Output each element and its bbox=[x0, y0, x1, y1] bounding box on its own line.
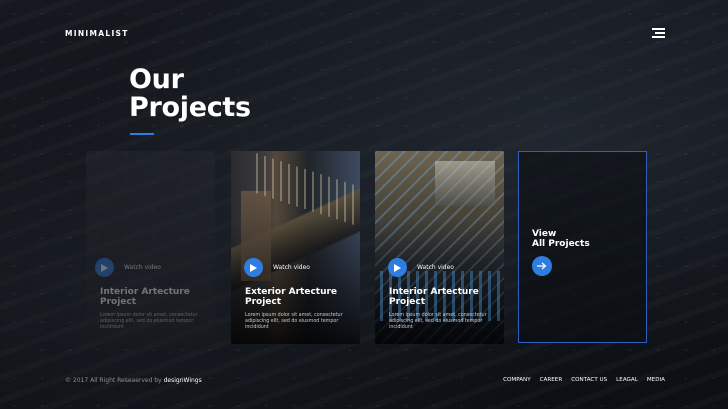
title-underline bbox=[130, 133, 154, 135]
project-card-title-line1: Exterior Artecture bbox=[245, 287, 338, 297]
footer-nav: COMPANY CAREER CONTACT US LEAGAL MEDIA bbox=[503, 377, 665, 383]
arrow-right-icon[interactable] bbox=[532, 256, 552, 276]
watch-video-label[interactable]: Watch video bbox=[417, 264, 454, 271]
view-all-line2: All Projects bbox=[532, 239, 590, 249]
footer-copyright: © 2017 All Right Reseaerved by designWin… bbox=[65, 377, 202, 384]
watch-video-label[interactable]: Watch video bbox=[124, 264, 161, 271]
project-card-title: Exterior Artecture Project bbox=[245, 287, 357, 307]
footer-link-contact-us[interactable]: CONTACT US bbox=[571, 377, 607, 383]
menu-line bbox=[652, 36, 665, 38]
project-card-title-line2: Project bbox=[100, 297, 137, 307]
view-all-projects-card[interactable]: View All Projects bbox=[518, 151, 647, 343]
page-title-line2: Projects bbox=[129, 92, 251, 123]
project-card-previous[interactable]: Watch video Interior Artecture Project L… bbox=[86, 151, 215, 344]
project-card-title: Interior Artecture Project bbox=[389, 287, 501, 307]
play-icon[interactable] bbox=[244, 258, 263, 277]
project-card-title-line2: Project bbox=[389, 297, 426, 307]
footer-brand-link[interactable]: designWings bbox=[164, 377, 202, 384]
project-card-exterior[interactable]: Watch video Exterior Artecture Project L… bbox=[231, 151, 360, 344]
project-card-title-line2: Project bbox=[245, 297, 282, 307]
page-title-line1: Our bbox=[129, 64, 184, 95]
view-all-label: View All Projects bbox=[532, 229, 632, 249]
view-all-line1: View bbox=[532, 229, 557, 239]
hamburger-icon[interactable] bbox=[652, 28, 665, 38]
play-icon[interactable] bbox=[95, 258, 114, 277]
footer-link-career[interactable]: CAREER bbox=[540, 377, 563, 383]
menu-line bbox=[652, 28, 665, 30]
footer-link-media[interactable]: MEDIA bbox=[647, 377, 665, 383]
brand-logo[interactable]: MINIMALIST bbox=[65, 29, 129, 38]
project-card-description: Lorem ipsum dolor sit amet, consectetur … bbox=[245, 313, 343, 331]
project-card-title-line1: Interior Artecture bbox=[389, 287, 479, 297]
menu-line bbox=[655, 32, 665, 34]
project-card-interior[interactable]: Watch video Interior Artecture Project L… bbox=[375, 151, 504, 344]
footer-link-legal[interactable]: LEAGAL bbox=[616, 377, 638, 383]
project-card-title: Interior Artecture Project bbox=[100, 287, 212, 307]
footer-link-company[interactable]: COMPANY bbox=[503, 377, 531, 383]
page-title: Our Projects bbox=[129, 66, 251, 122]
copyright-text: © 2017 All Right Reseaerved by bbox=[65, 377, 162, 384]
watch-video-label[interactable]: Watch video bbox=[273, 264, 310, 271]
project-card-title-line1: Interior Artecture bbox=[100, 287, 190, 297]
project-card-description: Lorem ipsum dolor sit amet, consectetur … bbox=[100, 313, 198, 331]
play-icon[interactable] bbox=[388, 258, 407, 277]
project-card-description: Lorem ipsum dolor sit amet, consectetur … bbox=[389, 313, 487, 331]
